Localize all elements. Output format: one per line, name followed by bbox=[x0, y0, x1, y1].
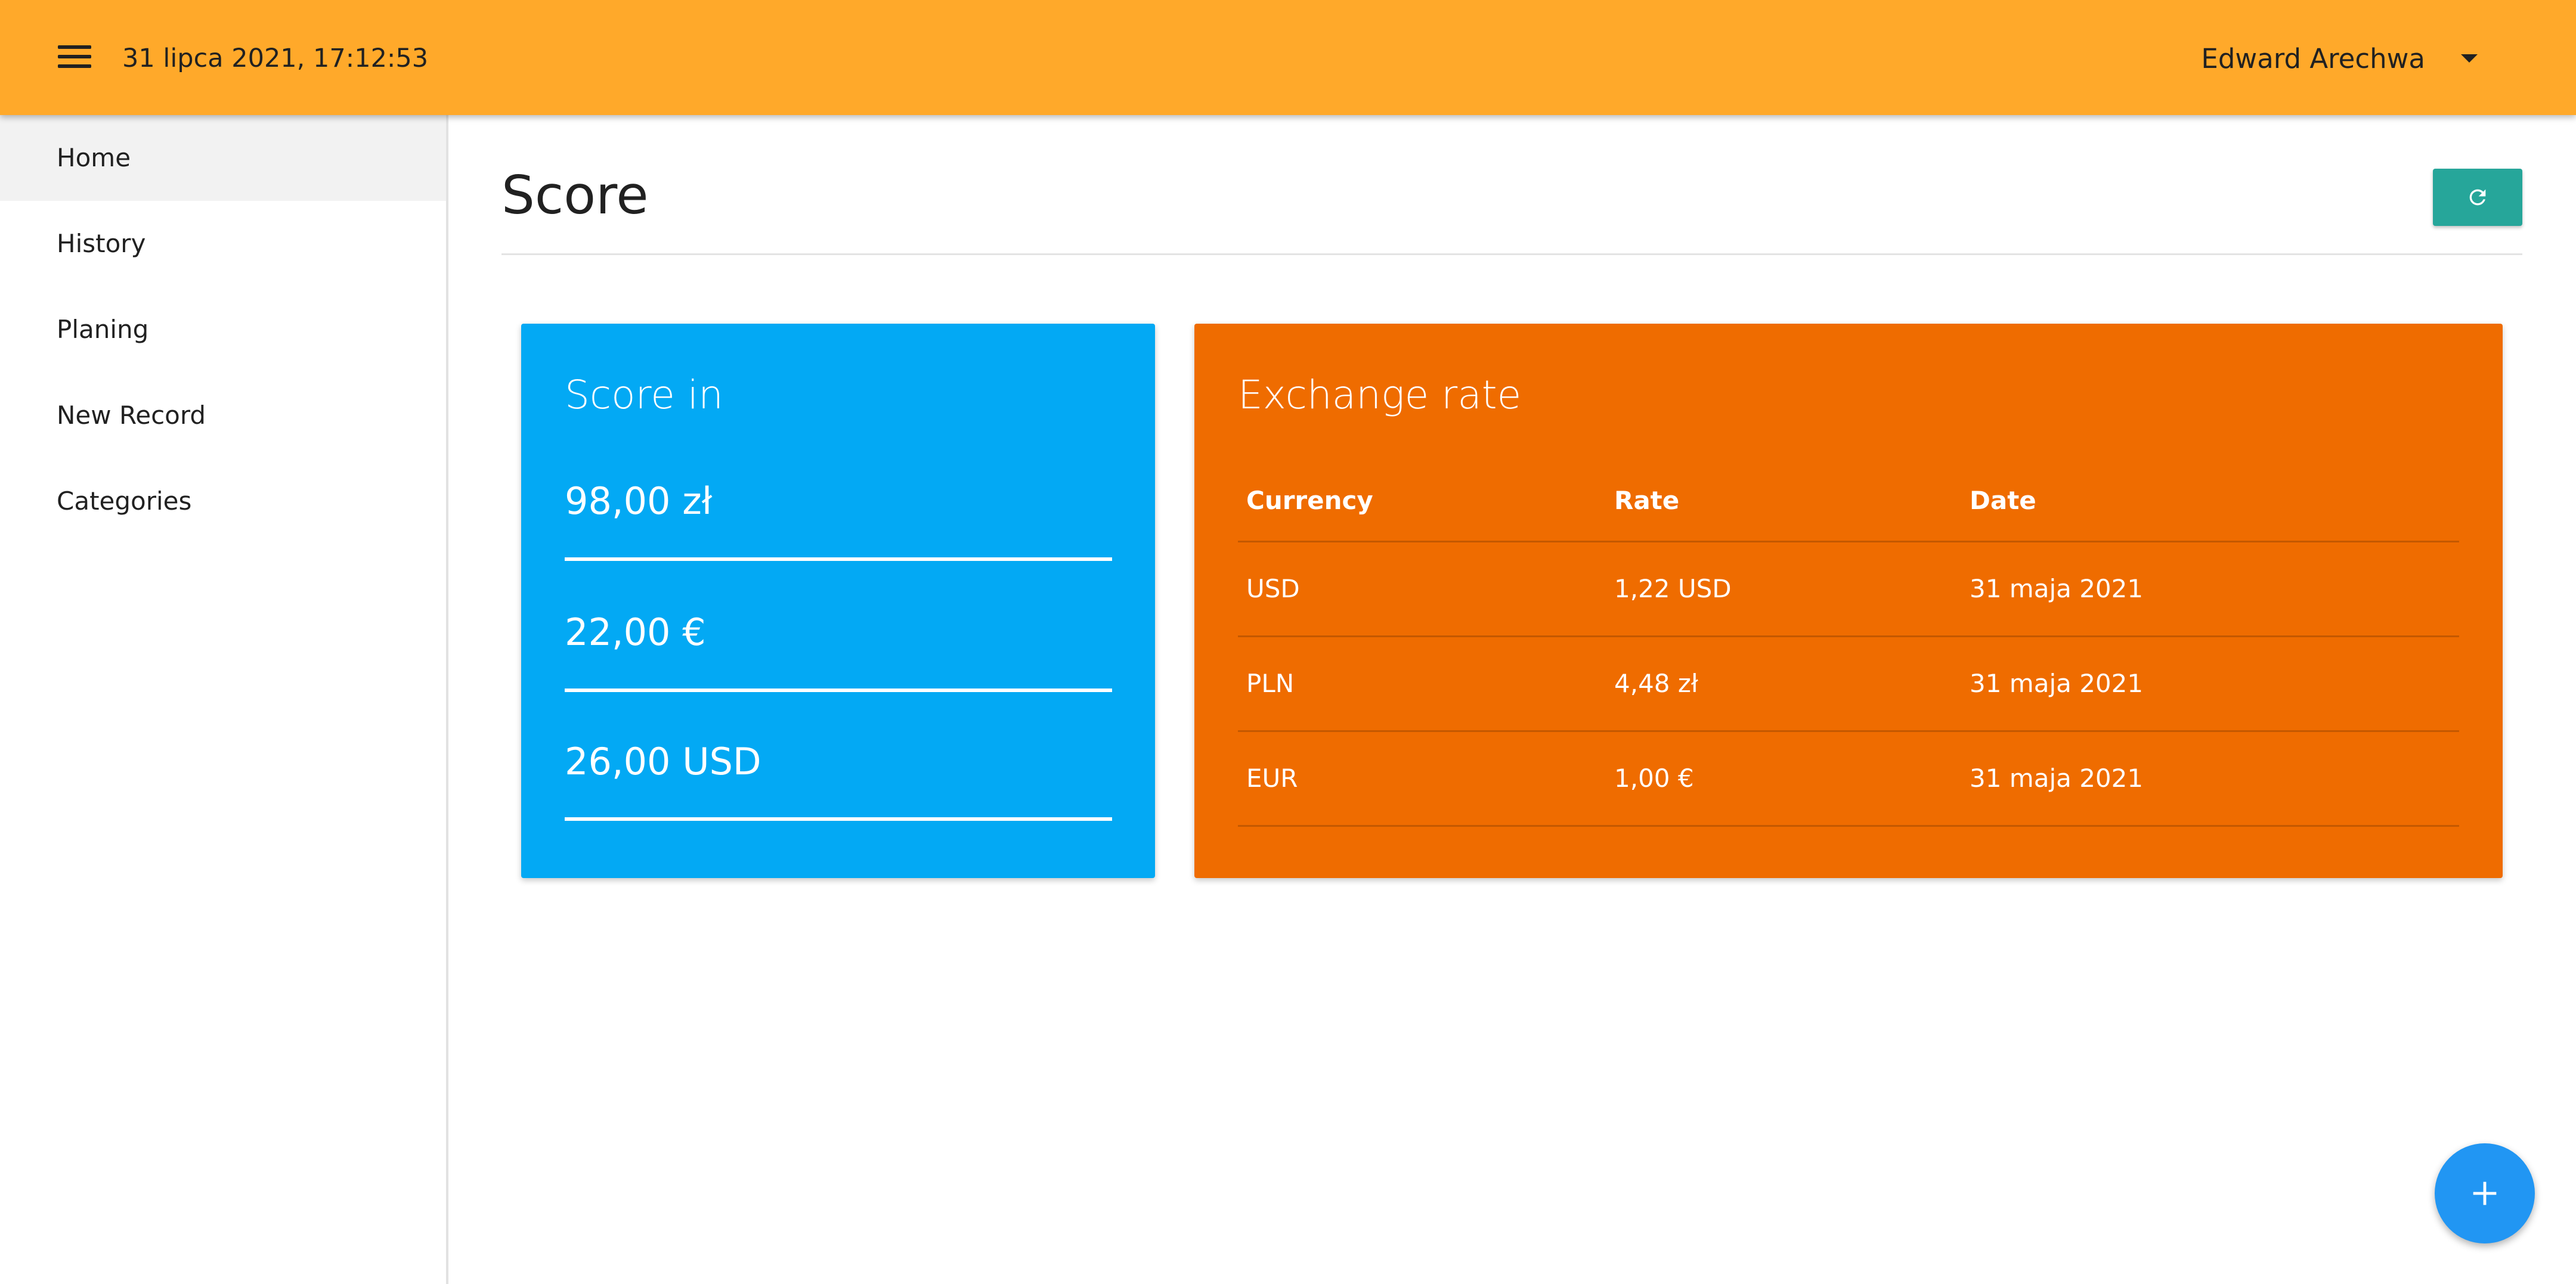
score-divider bbox=[565, 557, 1112, 561]
score-card-title: Score in bbox=[565, 372, 723, 418]
table-row: USD 1,22 USD 31 maja 2021 bbox=[1238, 541, 2459, 637]
date-cell: 31 maja 2021 bbox=[1961, 541, 2459, 637]
sidebar-item-categories[interactable]: Categories bbox=[0, 458, 446, 544]
main-content: Score Score in 98,00 zł 22,00 € 26,00 US… bbox=[448, 115, 2576, 1284]
top-app-bar: 31 lipca 2021, 17:12:53 Edward Arechwa bbox=[0, 0, 2576, 115]
rate-cell: 1,22 USD bbox=[1606, 541, 1961, 637]
user-name: Edward Arechwa bbox=[2201, 42, 2425, 75]
exchange-rate-title: Exchange rate bbox=[1238, 372, 1522, 418]
score-divider bbox=[565, 817, 1112, 821]
exchange-rate-card: Exchange rate Currency Rate Date USD 1,2… bbox=[1194, 324, 2503, 878]
column-header-rate: Rate bbox=[1606, 461, 1961, 542]
currency-cell: USD bbox=[1238, 541, 1606, 637]
refresh-icon bbox=[2469, 189, 2486, 206]
currency-cell: PLN bbox=[1238, 636, 1606, 732]
title-divider bbox=[501, 253, 2522, 255]
score-card: Score in 98,00 zł 22,00 € 26,00 USD bbox=[521, 324, 1155, 878]
user-menu[interactable]: Edward Arechwa bbox=[2201, 37, 2478, 80]
score-value-pln: 98,00 zł bbox=[565, 479, 713, 523]
exchange-rate-table: Currency Rate Date USD 1,22 USD 31 maja … bbox=[1238, 461, 2459, 827]
score-value-usd: 26,00 USD bbox=[565, 740, 761, 783]
sidebar-item-history[interactable]: History bbox=[0, 201, 446, 287]
date-cell: 31 maja 2021 bbox=[1961, 731, 2459, 827]
hamburger-menu-icon[interactable] bbox=[55, 43, 94, 72]
table-header-row: Currency Rate Date bbox=[1238, 461, 2459, 542]
rate-cell: 4,48 zł bbox=[1606, 636, 1961, 732]
table-row: PLN 4,48 zł 31 maja 2021 bbox=[1238, 636, 2459, 732]
column-header-currency: Currency bbox=[1238, 461, 1606, 542]
currency-cell: EUR bbox=[1238, 731, 1606, 827]
sidebar-item-planing[interactable]: Planing bbox=[0, 287, 446, 373]
score-value-eur: 22,00 € bbox=[565, 610, 706, 654]
add-record-fab[interactable] bbox=[2435, 1143, 2535, 1243]
plus-icon bbox=[2473, 1181, 2497, 1205]
table-row: EUR 1,00 € 31 maja 2021 bbox=[1238, 731, 2459, 827]
score-divider bbox=[565, 688, 1112, 692]
date-cell: 31 maja 2021 bbox=[1961, 636, 2459, 732]
sidebar-item-home[interactable]: Home bbox=[0, 115, 446, 201]
page-title: Score bbox=[501, 165, 649, 226]
current-datetime: 31 lipca 2021, 17:12:53 bbox=[122, 44, 429, 73]
sidebar-item-new-record[interactable]: New Record bbox=[0, 373, 446, 458]
refresh-button[interactable] bbox=[2433, 169, 2522, 226]
caret-down-icon bbox=[2461, 54, 2478, 63]
rate-cell: 1,00 € bbox=[1606, 731, 1961, 827]
sidebar: Home History Planing New Record Categori… bbox=[0, 115, 448, 1284]
column-header-date: Date bbox=[1961, 461, 2459, 542]
